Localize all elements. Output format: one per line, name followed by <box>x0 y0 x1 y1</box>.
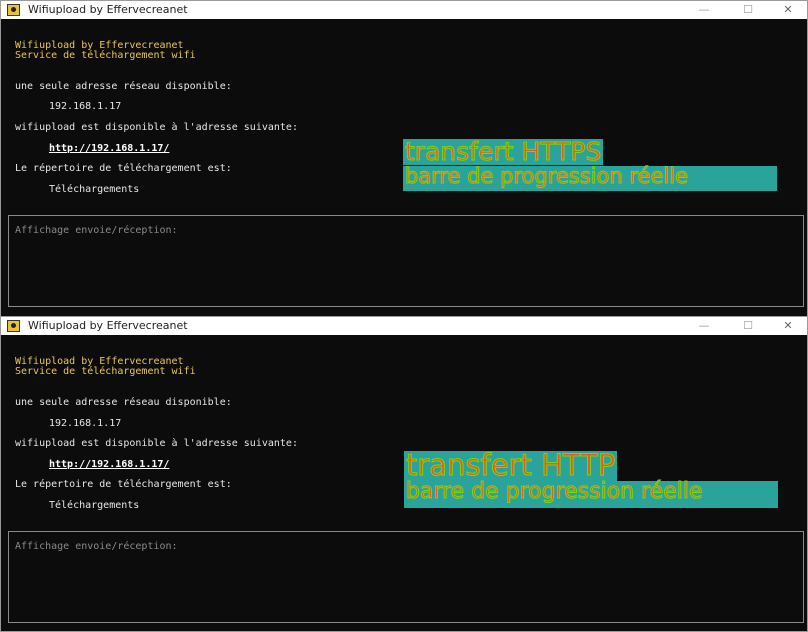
minimize-button[interactable]: — <box>681 317 727 335</box>
download-directory: Téléchargements <box>49 184 140 195</box>
available-label: wifiupload est disponible à l'adresse su… <box>15 122 298 133</box>
console-window-http: Wifiupload by Effervecreanet — ☐ ✕ Wifiu… <box>0 316 808 632</box>
app-icon <box>7 320 20 332</box>
title-bar[interactable]: Wifiupload by Effervecreanet — ☐ ✕ <box>1 317 807 335</box>
window-title: Wifiupload by Effervecreanet <box>28 319 188 332</box>
available-label: wifiupload est disponible à l'adresse su… <box>15 438 298 449</box>
directory-label: Le répertoire de téléchargement est: <box>15 479 232 490</box>
close-button[interactable]: ✕ <box>765 317 808 335</box>
overlay-caption-title: transfert HTTPS <box>403 137 604 166</box>
server-url-link[interactable]: http://192.168.1.17/ <box>49 143 169 154</box>
app-icon <box>7 4 20 16</box>
download-directory: Téléchargements <box>49 500 140 511</box>
panel-label: Affichage envoie/réception: <box>15 541 178 552</box>
app-subtitle: Service de téléchargement wifi <box>15 50 196 61</box>
overlay-caption-subtitle: barre de progression réelle <box>404 480 778 508</box>
minimize-button[interactable]: — <box>681 1 727 19</box>
address-label: une seule adresse réseau disponible: <box>15 397 232 408</box>
overlay-caption-subtitle: barre de progression réelle <box>403 165 777 191</box>
panel-label: Affichage envoie/réception: <box>15 225 178 236</box>
app-subtitle: Service de téléchargement wifi <box>15 366 196 377</box>
directory-label: Le répertoire de téléchargement est: <box>15 163 232 174</box>
server-url-link[interactable]: http://192.168.1.17/ <box>49 459 169 470</box>
overlay-caption-title: transfert HTTP <box>404 448 618 482</box>
transfer-display-panel: Affichage envoie/réception: <box>8 215 804 307</box>
title-bar[interactable]: Wifiupload by Effervecreanet — ☐ ✕ <box>1 1 807 19</box>
address-label: une seule adresse réseau disponible: <box>15 81 232 92</box>
transfer-display-panel: Affichage envoie/réception: <box>8 531 804 623</box>
ip-address: 192.168.1.17 <box>49 418 122 429</box>
window-title: Wifiupload by Effervecreanet <box>28 3 188 16</box>
console-window-https: Wifiupload by Effervecreanet — ☐ ✕ Wifiu… <box>0 0 808 317</box>
close-button[interactable]: ✕ <box>765 1 808 19</box>
ip-address: 192.168.1.17 <box>49 101 122 112</box>
